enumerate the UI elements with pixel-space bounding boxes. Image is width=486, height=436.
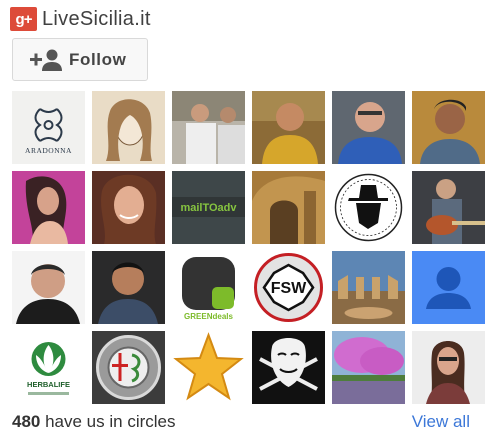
herbalife-label: HERBALIFE [27, 380, 70, 389]
view-all-link[interactable]: View all [412, 412, 470, 432]
avatar-greendeals[interactable]: GREENdeals [172, 251, 245, 324]
follow-button[interactable]: Follow [12, 38, 148, 81]
avatar-woman-smile[interactable] [92, 171, 165, 244]
avatar-default-profile[interactable] [412, 251, 485, 324]
avatar-arch-building[interactable] [252, 171, 325, 244]
avatar-hat-silhouette[interactable] [332, 171, 405, 244]
greendeals-label: GREENdeals [184, 312, 233, 321]
avatar-man-white-bg[interactable] [12, 251, 85, 324]
fsw-label: FSW [271, 280, 307, 297]
avatar-fsw[interactable]: FSW [252, 251, 325, 324]
avatar-anonymous-mask[interactable] [252, 331, 325, 404]
google-plus-icon[interactable]: g+ [10, 7, 37, 31]
avatar-man-outdoor[interactable] [252, 91, 325, 164]
avatar-herbalife[interactable]: HERBALIFE [12, 331, 85, 404]
avatar-guitarist[interactable] [412, 171, 485, 244]
avatar-woman-sunglasses[interactable] [412, 331, 485, 404]
avatar-men-group[interactable] [172, 91, 245, 164]
avatar-theatre[interactable] [332, 251, 405, 324]
circle-count: 480 have us in circles [12, 412, 176, 432]
circle-count-number: 480 [12, 412, 41, 431]
mailtoadv-label: mailTOadv [180, 202, 237, 214]
avatar-man-portrait[interactable] [412, 91, 485, 164]
avatar-mailtoadv[interactable]: mailTOadv [172, 171, 245, 244]
aradonna-label: ARADONNA [25, 146, 72, 155]
avatar-man-blue-shirt[interactable] [332, 91, 405, 164]
avatar-man-dark[interactable] [92, 251, 165, 324]
avatar-star[interactable] [172, 331, 245, 404]
avatar-illustration-woman[interactable] [92, 91, 165, 164]
avatar-pink-tree[interactable] [332, 331, 405, 404]
header: g+ LiveSicilia.it [10, 5, 151, 33]
avatar-woman-pink[interactable] [12, 171, 85, 244]
circle-count-text: have us in circles [40, 412, 176, 431]
follow-label: Follow [69, 49, 127, 69]
page-title[interactable]: LiveSicilia.it [42, 8, 151, 31]
avatar-alfa-romeo[interactable] [92, 331, 165, 404]
person-add-icon [29, 48, 63, 72]
avatar-aradonna[interactable]: ARADONNA [12, 91, 85, 164]
